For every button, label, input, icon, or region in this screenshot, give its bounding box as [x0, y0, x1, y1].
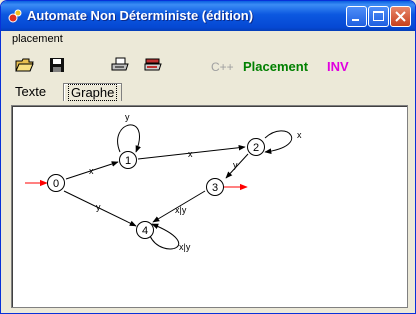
save-disk-icon[interactable]: [47, 56, 67, 74]
edge-label-3-4: x|y: [175, 205, 187, 215]
state-4-label: 4: [142, 225, 148, 237]
toolbar: C++ Placement INV: [5, 49, 411, 81]
edge-label-1-1: y: [125, 112, 130, 122]
state-2[interactable]: 2: [247, 138, 265, 156]
minimize-icon: [352, 19, 359, 21]
print-icon[interactable]: [110, 56, 130, 74]
state-1[interactable]: 1: [119, 151, 137, 169]
minimize-button[interactable]: [346, 6, 367, 27]
inv-button[interactable]: INV: [327, 59, 349, 74]
state-4[interactable]: 4: [136, 221, 154, 239]
cpp-button[interactable]: C++: [211, 60, 234, 74]
app-icon: [8, 9, 22, 23]
open-folder-icon[interactable]: [15, 56, 35, 74]
close-button[interactable]: [390, 6, 411, 27]
edge-label-0-1: x: [89, 166, 94, 176]
menu-bar: placement: [5, 31, 411, 49]
app-window: Automate Non Déterministe (édition) plac…: [0, 0, 416, 314]
state-0[interactable]: 0: [47, 174, 65, 192]
tab-graphe[interactable]: Graphe: [63, 83, 123, 101]
close-icon: [395, 11, 406, 22]
menu-placement[interactable]: placement: [12, 33, 63, 45]
edge-label-2-3: y: [233, 160, 238, 170]
graph-canvas[interactable]: x y y x x y x|y x|y 0 1 2 3 4: [11, 105, 408, 308]
state-2-label: 2: [253, 142, 259, 154]
edge-label-1-2: x: [188, 149, 193, 159]
edge-label-4-4: x|y: [179, 242, 191, 252]
edge-label-2-2: x: [297, 130, 302, 140]
maximize-button[interactable]: [368, 6, 389, 27]
state-1-label: 1: [125, 155, 131, 167]
print-settings-icon[interactable]: [143, 56, 163, 74]
edge-label-0-4: y: [96, 202, 101, 212]
placement-button[interactable]: Placement: [243, 59, 308, 74]
state-3[interactable]: 3: [206, 178, 224, 196]
window-title: Automate Non Déterministe (édition): [27, 8, 254, 23]
state-3-label: 3: [212, 182, 218, 194]
tab-graphe-label: Graphe: [68, 84, 118, 101]
state-0-label: 0: [53, 178, 59, 190]
maximize-icon: [373, 11, 384, 21]
loop-4: [149, 223, 180, 250]
automaton-graph: x y y x x y x|y x|y 0 1 2 3 4: [25, 112, 302, 252]
loop-2: [264, 130, 293, 154]
tab-texte[interactable]: Texte: [11, 83, 50, 101]
title-bar[interactable]: Automate Non Déterministe (édition): [1, 1, 415, 31]
loop-1: [117, 124, 141, 153]
